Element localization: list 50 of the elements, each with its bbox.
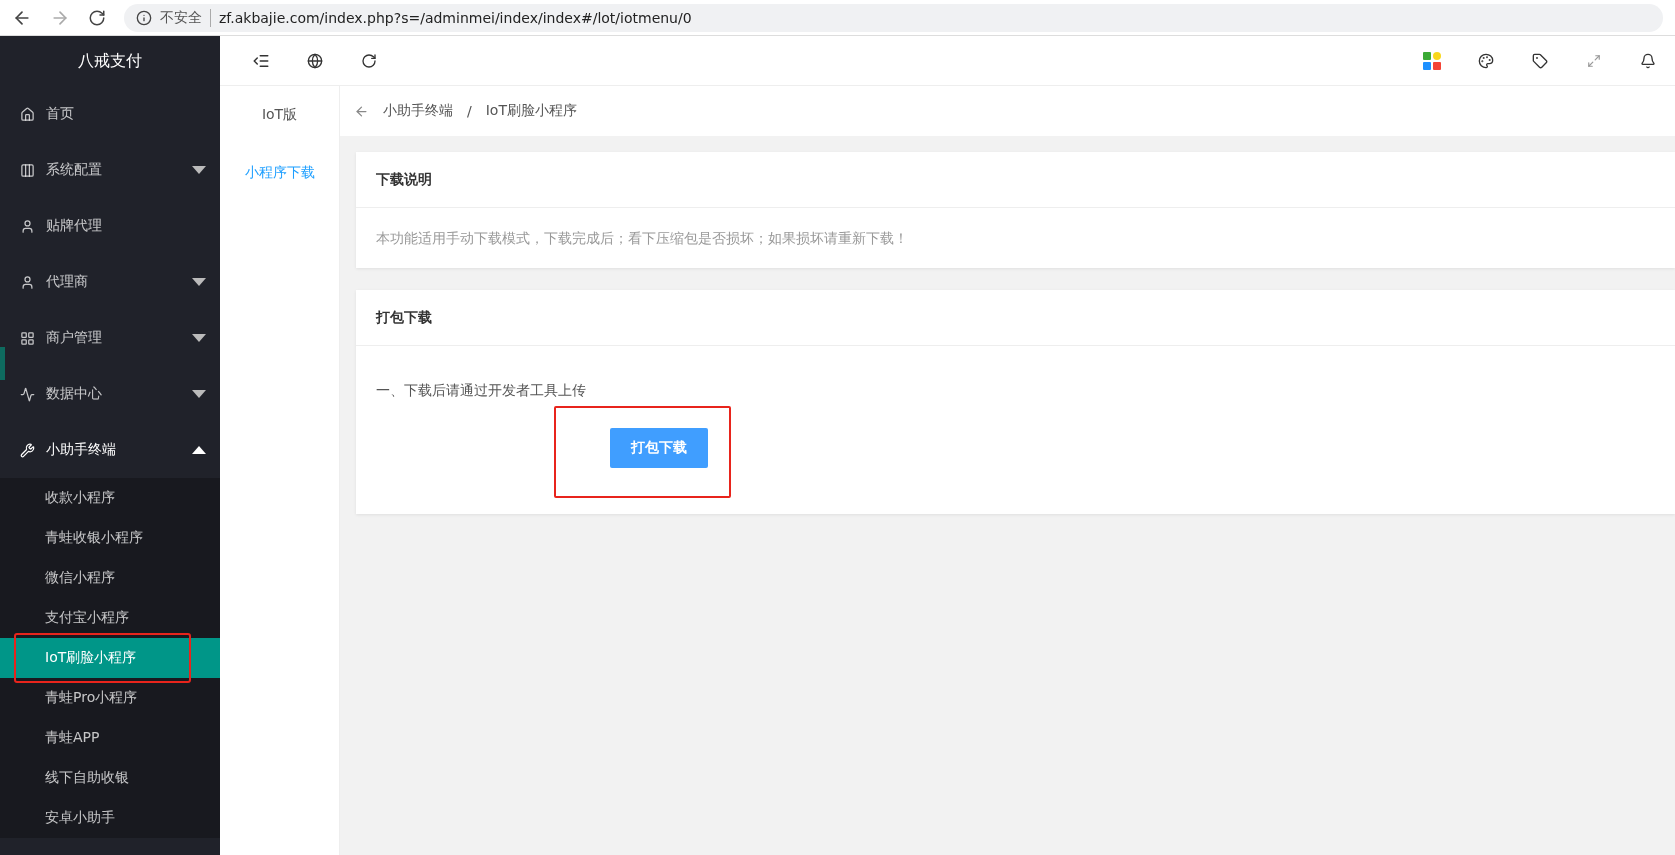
caret-icon [192, 390, 206, 398]
wrench-icon [20, 442, 36, 458]
subnav-item[interactable]: IoT版 [220, 86, 339, 144]
caret-icon [192, 166, 206, 174]
user-icon [20, 274, 36, 290]
submenu-item[interactable]: 青蛙APP [0, 718, 220, 758]
columns-icon [20, 162, 36, 178]
submenu-item[interactable]: 收款小程序 [0, 478, 220, 518]
menu-label: 首页 [46, 105, 75, 123]
sidebar-item[interactable]: 代理商 [0, 254, 220, 310]
submenu-item[interactable]: 微信小程序 [0, 558, 220, 598]
submenu-item[interactable]: 支付宝小程序 [0, 598, 220, 638]
sidebar-item[interactable]: 首页 [0, 86, 220, 142]
sidebar-item[interactable]: 贴牌代理 [0, 198, 220, 254]
menu-label: 贴牌代理 [46, 217, 103, 235]
pulse-icon [20, 386, 36, 402]
sidebar-item[interactable]: 商户管理 [0, 310, 220, 366]
submenu-item[interactable]: IoT刷脸小程序 [0, 638, 220, 678]
caret-icon [192, 334, 206, 342]
menu-label: 系统配置 [46, 161, 103, 179]
menu-label: 数据中心 [46, 385, 103, 403]
card-title: 下载说明 [356, 152, 1675, 208]
submenu-item[interactable]: 线下自助收银 [0, 758, 220, 798]
breadcrumb-item[interactable]: IoT刷脸小程序 [485, 102, 577, 120]
breadcrumb-separator: / [467, 103, 472, 119]
caret-icon [192, 278, 206, 286]
sidebar-item[interactable]: 数据中心 [0, 366, 220, 422]
address-bar[interactable]: 不安全 zf.akbajie.com/index.php?s=/adminmei/index/index#/lot/iotmenu/0 [124, 3, 1663, 32]
card-title: 打包下载 [356, 290, 1675, 346]
description-text: 本功能适用手动下载模式，下载完成后；看下压缩包是否损坏；如果损坏请重新下载！ [376, 229, 909, 248]
submenu-item[interactable]: 青蛙Pro小程序 [0, 678, 220, 718]
breadcrumb-item[interactable]: 小助手终端 [383, 102, 453, 120]
caret-icon [192, 446, 206, 454]
submenu-item[interactable]: 青蛙收银小程序 [0, 518, 220, 558]
url-text: zf.akbajie.com/index.php?s=/adminmei/index/index#/lot/iotmenu/0 [219, 9, 692, 26]
menu-label: 商户管理 [46, 329, 103, 347]
home-icon [20, 106, 36, 122]
instruction-text: 一、下载后请通过开发者工具上传 [376, 382, 587, 400]
person-icon [20, 218, 36, 234]
menu-label: 代理商 [46, 273, 89, 291]
sidebar-item[interactable]: 小助手终端 [0, 422, 220, 478]
menu-label: 小助手终端 [46, 441, 117, 459]
scroll-marker [0, 347, 5, 380]
info-icon [136, 9, 152, 26]
app-title: 八戒支付 [77, 49, 143, 72]
reload-icon[interactable] [88, 8, 106, 27]
security-label: 不安全 [160, 8, 211, 27]
submenu-item[interactable]: 安卓小助手 [0, 798, 220, 838]
sidebar-item[interactable]: 系统配置 [0, 142, 220, 198]
grid-icon [20, 330, 36, 346]
